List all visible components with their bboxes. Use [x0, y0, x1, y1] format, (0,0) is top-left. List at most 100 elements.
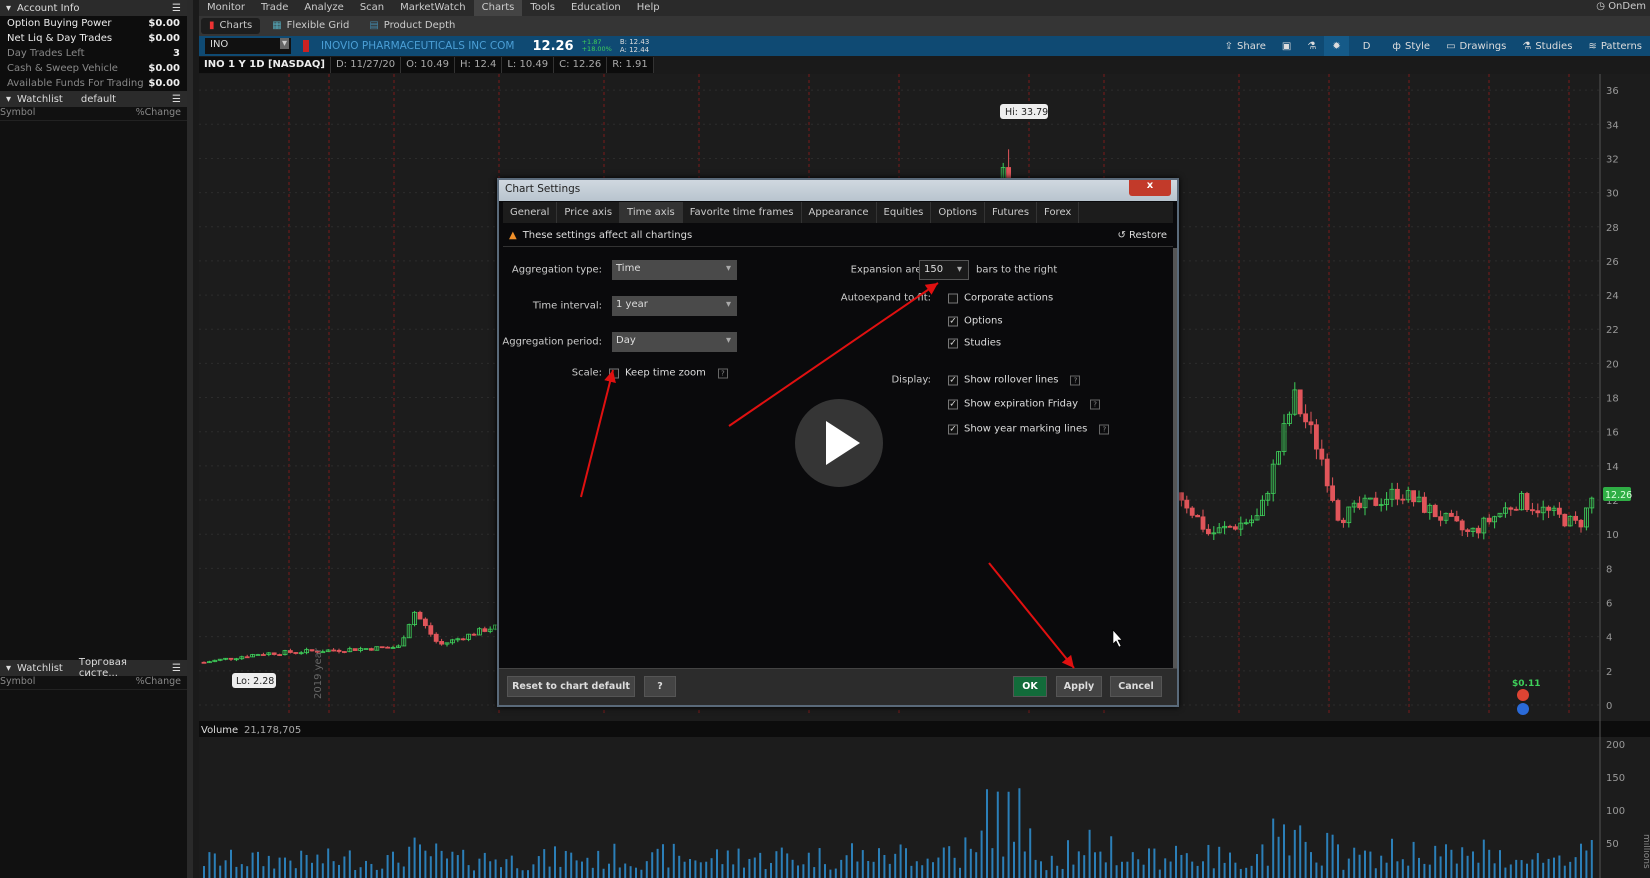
restore-button[interactable]: ↺ Restore — [1117, 230, 1167, 241]
help-icon[interactable]: ? — [1070, 375, 1081, 385]
subtab-2[interactable]: ▤ Product Depth — [361, 18, 463, 34]
cancel-button[interactable]: Cancel — [1110, 676, 1162, 697]
price-tick: 20 — [1606, 359, 1619, 370]
time-interval-dropdown[interactable]: 1 year — [612, 296, 737, 316]
menu-scan[interactable]: Scan — [352, 0, 392, 16]
candle — [1449, 512, 1454, 517]
account-info-header[interactable]: ▾ Account Info ☰ — [0, 0, 187, 16]
candle — [1422, 496, 1427, 513]
menu-monitor[interactable]: Monitor — [199, 0, 253, 16]
tab-futures[interactable]: Futures — [985, 202, 1038, 223]
display-checkbox[interactable]: ✓ Show year marking lines? — [948, 424, 1110, 435]
display-checkbox[interactable]: ✓ Show expiration Friday? — [948, 399, 1101, 410]
style-button[interactable]: ф Style — [1384, 41, 1438, 52]
subtab-0[interactable]: ▮ Charts — [201, 18, 261, 34]
ondemand-button[interactable]: ◷ OnDem — [1596, 1, 1646, 12]
account-label: Net Liq & Day Trades — [7, 33, 113, 44]
display-checkbox[interactable]: ✓ Show rollover lines? — [948, 375, 1081, 386]
help-button[interactable]: ? — [644, 676, 676, 697]
checkbox[interactable]: ✓ — [948, 375, 958, 385]
subtab-1[interactable]: ▦ Flexible Grid — [264, 18, 357, 34]
menu-help[interactable]: Help — [629, 0, 668, 16]
checkbox[interactable]: ✓ — [948, 316, 958, 326]
checkbox[interactable]: ✓ — [948, 338, 958, 348]
candle — [331, 649, 337, 652]
aggregation-type-dropdown[interactable]: Time — [612, 260, 737, 280]
drawings-button[interactable]: ▭ Drawings — [1438, 41, 1514, 52]
account-value: $0.00 — [148, 63, 180, 74]
candle — [1486, 517, 1492, 523]
tab-appearance[interactable]: Appearance — [802, 202, 877, 223]
autoexpand-checkbox[interactable]: ✓ Options — [948, 316, 1003, 327]
tab-forex[interactable]: Forex — [1037, 202, 1080, 223]
keep-time-zoom-checkbox[interactable]: Keep time zoom? — [609, 368, 728, 379]
account-label: Cash & Sweep Vehicle — [7, 63, 118, 74]
help-icon[interactable]: ? — [1090, 399, 1101, 409]
candle — [336, 649, 342, 652]
checkbox[interactable] — [609, 368, 619, 378]
share-button[interactable]: ⇪ Share — [1217, 41, 1274, 52]
dividend-icon[interactable] — [1517, 689, 1529, 701]
price-tick: 10 — [1606, 530, 1619, 541]
scrollbar[interactable] — [1173, 248, 1177, 668]
tab-time-axis[interactable]: Time axis — [620, 202, 683, 223]
watchlist2-header[interactable]: ▾ Watchlist Торговая систе... ☰ — [0, 657, 187, 679]
calendar-icon[interactable]: ▣ — [1274, 41, 1299, 52]
gear-icon[interactable]: ✹ — [1324, 36, 1349, 56]
menu-icon[interactable]: ☰ — [172, 663, 181, 674]
menu-tools[interactable]: Tools — [522, 0, 563, 16]
price-tick: 22 — [1606, 325, 1619, 336]
tab-general[interactable]: General — [503, 202, 558, 223]
col-change[interactable]: %Change — [136, 107, 181, 120]
aggregation-period-dropdown[interactable]: Day — [612, 332, 737, 352]
autoexpand-checkbox[interactable]: ✓ Studies — [948, 338, 1001, 349]
menu-education[interactable]: Education — [563, 0, 629, 16]
menu-icon[interactable]: ☰ — [172, 94, 181, 105]
col-symbol[interactable]: Symbol — [0, 676, 35, 689]
menu-icon[interactable]: ☰ — [172, 3, 181, 14]
menu-analyze[interactable]: Analyze — [296, 0, 351, 16]
tab-price-axis[interactable]: Price axis — [557, 202, 621, 223]
candle — [1227, 525, 1233, 528]
earnings-icon[interactable] — [1517, 703, 1529, 715]
flask-icon[interactable]: ⚗ — [1299, 41, 1324, 52]
watchlist-header[interactable]: ▾ Watchlist default ☰ — [0, 91, 187, 107]
autoexpand-checkbox[interactable]: Corporate actions — [948, 293, 1053, 304]
menu-charts[interactable]: Charts — [473, 0, 523, 16]
price-tick: 24 — [1606, 291, 1619, 302]
col-change[interactable]: %Change — [136, 676, 181, 689]
candle — [1200, 516, 1206, 530]
account-label: Available Funds For Trading — [7, 78, 144, 89]
help-icon[interactable]: ? — [717, 368, 728, 378]
lo-label: Lo: 2.28 — [236, 676, 274, 687]
studies-button[interactable]: ⚗ Studies — [1514, 41, 1580, 52]
patterns-button[interactable]: ≋ Patterns — [1580, 41, 1650, 52]
col-symbol[interactable]: Symbol — [0, 107, 35, 120]
menu-trade[interactable]: Trade — [253, 0, 296, 16]
account-value: $0.00 — [148, 78, 180, 89]
ok-button[interactable]: OK — [1013, 676, 1047, 697]
tab-equities[interactable]: Equities — [877, 202, 932, 223]
price-tick: 36 — [1606, 86, 1619, 97]
tab-options[interactable]: Options — [931, 202, 985, 223]
symbol-input[interactable]: INO — [205, 38, 291, 54]
reset-button[interactable]: Reset to chart default — [507, 676, 635, 697]
dividend-label: $0.11 — [1512, 679, 1540, 689]
checkbox[interactable]: ✓ — [948, 399, 958, 409]
account-row: Available Funds For Trading $0.00 — [0, 76, 187, 91]
candle — [244, 656, 250, 659]
tab-favorite-time-frames[interactable]: Favorite time frames — [683, 202, 802, 223]
help-icon[interactable]: ? — [1099, 424, 1110, 434]
close-button[interactable]: x — [1129, 180, 1171, 196]
apply-button[interactable]: Apply — [1056, 676, 1102, 697]
bid: B: 12.43 — [619, 38, 650, 46]
bar-chart-icon: ▮ — [209, 20, 215, 31]
watchlist-name[interactable]: default — [81, 94, 116, 105]
candle — [1535, 510, 1541, 514]
checkbox[interactable] — [948, 293, 958, 303]
alert-icon[interactable] — [303, 40, 309, 52]
checkbox[interactable]: ✓ — [948, 424, 958, 434]
expansion-area-spinner[interactable]: 150 — [919, 260, 969, 280]
menu-marketwatch[interactable]: MarketWatch — [392, 0, 474, 16]
timeframe-button[interactable]: D — [1349, 41, 1385, 52]
